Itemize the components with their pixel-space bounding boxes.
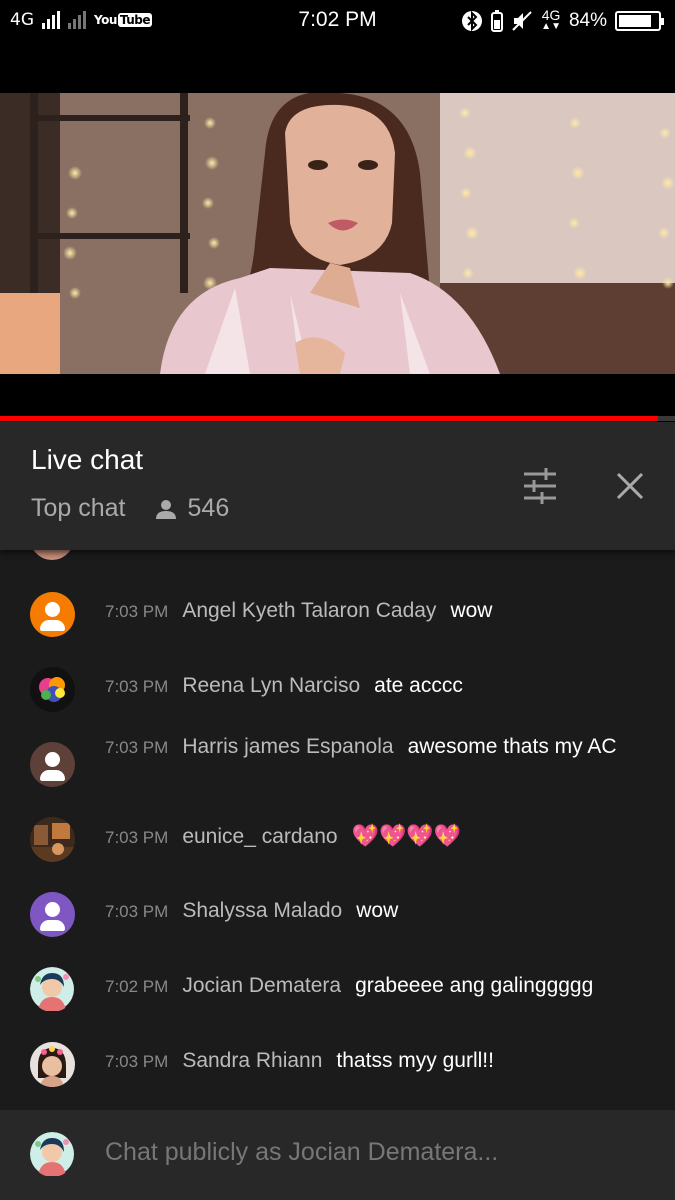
close-icon	[616, 472, 644, 500]
message-author[interactable]: Reena Lyn Narciso	[182, 674, 360, 697]
bluetooth-icon	[461, 10, 483, 32]
message-author[interactable]: Shalyssa Malado	[182, 899, 342, 922]
avatar	[30, 550, 74, 560]
message-author[interactable]: Jocian Dematera	[182, 974, 341, 997]
chat-message-list[interactable]: 7:03 PM Angel Kyeth Talaron Caday wow 7:03…	[0, 550, 675, 1110]
mute-icon	[511, 10, 533, 32]
person-icon	[155, 499, 176, 519]
heart-emoji-text: 💖💖💖💖	[351, 823, 462, 848]
message-author[interactable]: eunice_ cardano	[182, 825, 337, 848]
message-author[interactable]: Angel Kyeth Talaron Caday	[182, 599, 436, 622]
message-timestamp: 7:02 PM	[105, 977, 169, 996]
default-avatar-icon[interactable]	[30, 892, 75, 937]
chat-input-bar: Chat publicly as Jocian Dematera...	[0, 1110, 675, 1200]
default-avatar-icon[interactable]	[30, 742, 75, 787]
message-author[interactable]: Sandra Rhiann	[182, 1049, 322, 1072]
message-timestamp: 7:03 PM	[105, 602, 169, 621]
cartoon-avatar-image	[30, 967, 74, 1011]
message-timestamp: 7:03 PM	[105, 828, 169, 847]
video-progress-fill	[0, 416, 659, 421]
top-chat-selector[interactable]: Top chat	[31, 494, 126, 523]
tune-icon	[524, 468, 556, 504]
message-text: wow	[450, 599, 493, 622]
message-timestamp: 7:03 PM	[105, 677, 169, 696]
live-chat-header: Live chat Top chat 546	[0, 422, 675, 550]
chat-settings-button[interactable]	[520, 466, 560, 506]
cartoon-avatar-image	[30, 1132, 74, 1176]
battery-icon	[615, 11, 664, 31]
colorful-avatar-image	[30, 667, 74, 711]
status-bar: 4G You Tube 7:02 PM 4G ▲▼ 84%	[0, 0, 675, 42]
video-thumbnail-image	[0, 93, 675, 374]
message-text: wow	[356, 899, 399, 922]
message-text: grabeeee ang galinggggg	[355, 974, 594, 997]
video-progress-bar[interactable]	[0, 416, 675, 421]
avatar[interactable]	[30, 667, 75, 712]
photo-avatar-image	[30, 1042, 75, 1087]
my-avatar	[30, 1132, 75, 1177]
avatar[interactable]	[30, 817, 75, 862]
message-text: ate acccc	[374, 674, 463, 697]
avatar[interactable]	[30, 1042, 75, 1087]
live-chat-title: Live chat	[31, 444, 144, 475]
video-frame[interactable]	[0, 93, 675, 374]
close-chat-button[interactable]	[610, 466, 650, 506]
message-text: thatss myy gurll!!	[336, 1049, 494, 1072]
vibrate-battery-icon	[491, 10, 504, 32]
network-4g-icon: 4G ▲▼	[541, 7, 561, 32]
chat-message-input[interactable]: Chat publicly as Jocian Dematera...	[105, 1138, 645, 1167]
photo-avatar-image	[30, 817, 75, 862]
default-avatar-icon[interactable]	[30, 592, 75, 637]
video-player[interactable]	[0, 42, 675, 422]
message-author[interactable]: Harris james Espanola	[182, 735, 393, 758]
message-text: awesome thats my AC	[407, 735, 617, 758]
viewer-count-label: 546	[187, 494, 230, 522]
avatar[interactable]	[30, 967, 75, 1012]
viewer-count: 546	[154, 494, 230, 523]
message-timestamp: 7:03 PM	[105, 738, 169, 757]
battery-percentage: 84%	[568, 10, 607, 31]
message-timestamp: 7:03 PM	[105, 902, 169, 921]
message-timestamp: 7:03 PM	[105, 1052, 169, 1071]
